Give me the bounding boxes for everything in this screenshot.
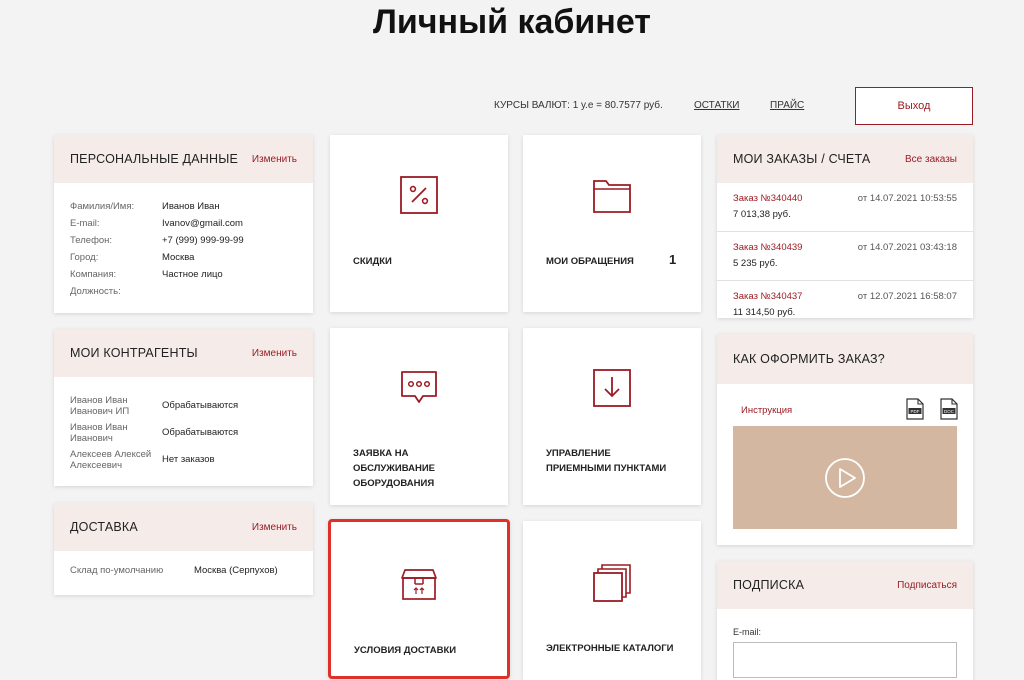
personal-row: Город: Москва [70,252,195,263]
chat-bubble-icon [401,371,437,403]
order-date: от 12.07.2021 16:58:07 [857,291,957,302]
order-row[interactable]: Заказ №340437 от 12.07.2021 16:58:07 11 … [717,281,973,329]
order-sum: 7 013,38 руб. [733,209,791,220]
personal-data-card: ПЕРСОНАЛЬНЫЕ ДАННЫЕ Изменить Фамилия/Имя… [54,135,313,313]
howto-card: КАК ОФОРМИТЬ ЗАКАЗ? Инструкция PDF DOC [717,334,973,545]
video-player[interactable] [733,426,957,529]
contractors-title: МОИ КОНТРАГЕНТЫ [70,346,198,360]
orders-header: МОИ ЗАКАЗЫ / СЧЕТА Все заказы [717,135,973,183]
order-row[interactable]: Заказ №340440 от 14.07.2021 10:53:55 7 0… [717,183,973,232]
all-orders-link[interactable]: Все заказы [905,154,957,165]
personal-row: Компания: Частное лицо [70,269,223,280]
requests-count: 1 [669,252,677,267]
personal-data-header: ПЕРСОНАЛЬНЫЕ ДАННЫЕ Изменить [54,135,313,183]
tile-requests-label: МОИ ОБРАЩЕНИЯ [546,256,634,267]
subscribe-header: ПОДПИСКА Подписаться [717,561,973,609]
email-input[interactable] [733,642,957,678]
order-row[interactable]: Заказ №340439 от 14.07.2021 03:43:18 5 2… [717,232,973,281]
subscribe-card: ПОДПИСКА Подписаться E-mail: [717,561,973,680]
delivery-edit-link[interactable]: Изменить [252,522,297,533]
howto-title: КАК ОФОРМИТЬ ЗАКАЗ? [733,352,885,366]
subscribe-title: ПОДПИСКА [733,578,805,592]
email-label: E-mail: [733,627,762,637]
instruction-link[interactable]: Инструкция [741,405,792,416]
personal-row: Фамилия/Имя: Иванов Иван [70,201,220,212]
orders-card: МОИ ЗАКАЗЫ / СЧЕТА Все заказы Заказ №340… [717,135,973,318]
tile-pickup-points[interactable]: УПРАВЛЕНИЕ ПРИЕМНЫМИ ПУНКТАМИ [523,328,701,505]
personal-row: E-mail: Ivanov@gmail.com [70,218,243,229]
personal-row: Должность: [70,286,121,297]
svg-text:PDF: PDF [911,409,920,414]
order-sum: 11 314,50 руб. [733,307,796,318]
svg-text:DOC: DOC [944,409,955,414]
contractor-row: Алексеев Алексей Алексеевич Нет заказов [70,448,215,471]
box-icon [401,569,437,600]
price-link[interactable]: ПРАЙС [770,100,804,111]
tile-discounts-label: СКИДКИ [353,256,392,267]
currency-rates: КУРСЫ ВАЛЮТ: 1 у.е = 80.7577 руб. [494,100,663,111]
orders-title: МОИ ЗАКАЗЫ / СЧЕТА [733,152,871,166]
folder-icon [593,180,631,213]
delivery-row: Склад по-умолчанию Москва (Серпухов) [70,565,278,576]
contractors-card: МОИ КОНТРАГЕНТЫ Изменить Иванов Иван Ива… [54,329,313,486]
contractor-row: Иванов Иван Иванович Обрабатываются [70,421,239,444]
subscribe-link[interactable]: Подписаться [897,580,957,591]
tile-points-label: УПРАВЛЕНИЕ ПРИЕМНЫМИ ПУНКТАМИ [546,448,667,474]
personal-data-title: ПЕРСОНАЛЬНЫЕ ДАННЫЕ [70,152,239,166]
delivery-header: ДОСТАВКА Изменить [54,503,313,551]
percent-icon [400,176,438,214]
howto-header: КАК ОФОРМИТЬ ЗАКАЗ? [717,334,973,384]
order-date: от 14.07.2021 03:43:18 [857,242,957,253]
tile-service-request[interactable]: ЗАЯВКА НА ОБСЛУЖИВАНИЕ ОБОРУДОВАНИЯ [330,328,508,505]
stacked-pages-icon [593,564,631,602]
tile-discounts[interactable]: СКИДКИ [330,135,508,312]
tile-my-requests[interactable]: МОИ ОБРАЩЕНИЯ 1 [523,135,701,312]
delivery-card: ДОСТАВКА Изменить Склад по-умолчанию Мос… [54,503,313,595]
tile-service-label: ЗАЯВКА НА ОБСЛУЖИВАНИЕ ОБОРУДОВАНИЯ [353,448,435,489]
doc-file-icon[interactable]: DOC [940,398,958,420]
order-sum: 5 235 руб. [733,258,778,269]
contractors-list: Иванов Иван Иванович ИП Обрабатываются И… [54,377,313,473]
tile-delivery-terms[interactable]: УСЛОВИЯ ДОСТАВКИ [328,519,510,679]
page-title: Личный кабинет [373,3,651,41]
order-date: от 14.07.2021 10:53:55 [857,193,957,204]
logout-button[interactable]: Выход [855,87,973,125]
download-icon [593,369,631,407]
play-icon[interactable] [824,457,866,499]
personal-edit-link[interactable]: Изменить [252,154,297,165]
personal-row: Телефон: +7 (999) 999-99-99 [70,235,244,246]
stock-link[interactable]: ОСТАТКИ [694,100,739,111]
tile-catalogs-label: ЭЛЕКТРОННЫЕ КАТАЛОГИ [546,643,674,654]
personal-data-list: Фамилия/Имя: Иванов Иван E-mail: Ivanov@gm… [54,183,313,300]
pdf-file-icon[interactable]: PDF [906,398,924,420]
contractor-row: Иванов Иван Иванович ИП Обрабатываются [70,394,239,417]
tile-catalogs[interactable]: ЭЛЕКТРОННЫЕ КАТАЛОГИ [523,521,701,680]
contractors-edit-link[interactable]: Изменить [252,348,297,359]
tile-delivery-terms-label: УСЛОВИЯ ДОСТАВКИ [354,645,457,656]
delivery-title: ДОСТАВКА [70,520,138,534]
contractors-header: МОИ КОНТРАГЕНТЫ Изменить [54,329,313,377]
